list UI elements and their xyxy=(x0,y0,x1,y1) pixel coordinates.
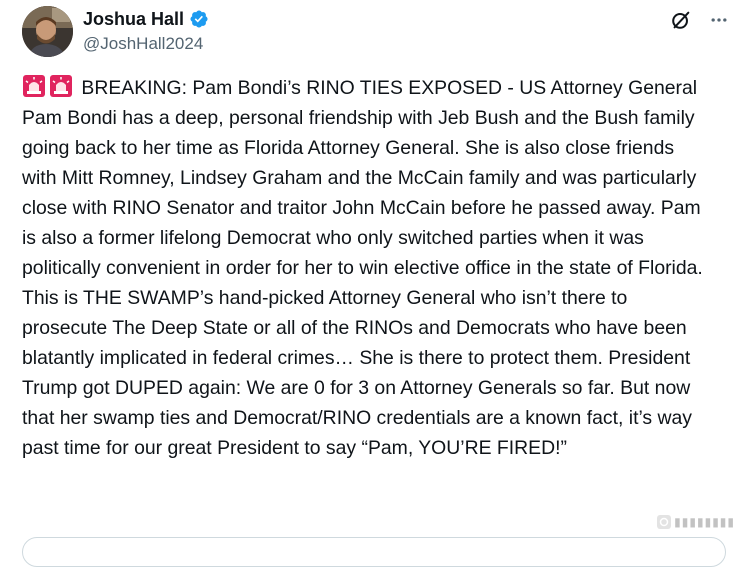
top-actions xyxy=(669,8,731,32)
author-display-name[interactable]: Joshua Hall xyxy=(83,8,184,30)
siren-emoji-icon xyxy=(22,74,46,98)
tweet-body: BREAKING: Pam Bondi’s RINO TIES EXPOSED … xyxy=(22,77,708,459)
author-handle[interactable]: @JoshHall2024 xyxy=(83,33,203,55)
avatar-photo xyxy=(22,6,73,57)
verified-badge-icon[interactable] xyxy=(189,9,209,29)
siren-emoji-icon xyxy=(49,74,73,98)
grok-icon[interactable] xyxy=(669,8,693,32)
watermark-logo-icon xyxy=(657,515,672,529)
tweet-card: Joshua Hall @JoshHall2024 BREAKING: Pam … xyxy=(0,0,745,567)
author-name-row: Joshua Hall xyxy=(83,8,209,30)
watermark-text: ▮▮▮▮▮▮▮▮ xyxy=(674,515,735,529)
author-avatar[interactable] xyxy=(22,6,73,57)
watermark: ▮▮▮▮▮▮▮▮ xyxy=(657,515,735,529)
more-dots-icon[interactable] xyxy=(707,8,731,32)
tweet-text: BREAKING: Pam Bondi’s RINO TIES EXPOSED … xyxy=(22,73,712,463)
quoted-card-edge[interactable] xyxy=(22,537,726,567)
